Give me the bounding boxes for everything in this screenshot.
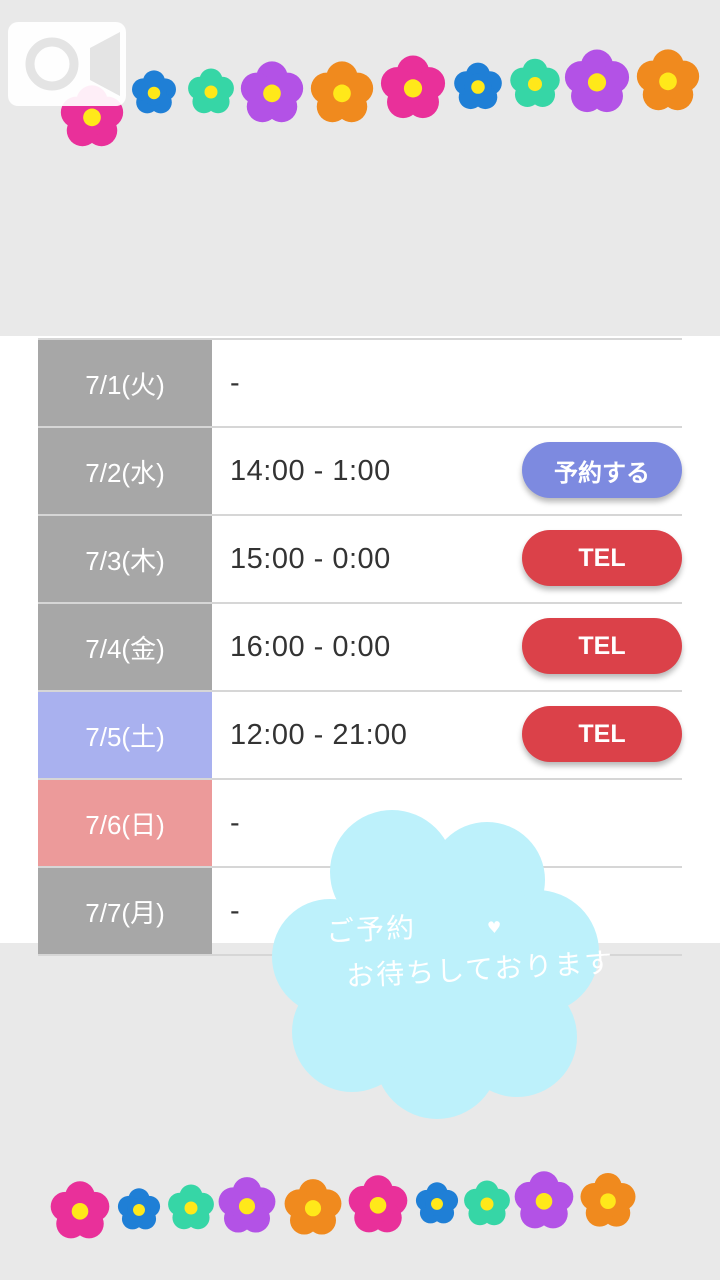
flower-icon [216,1174,278,1241]
flower-icon [512,1168,576,1237]
reserve-button[interactable]: 予約する [522,442,682,498]
flower-decoration-bottom [0,1158,720,1268]
time-cell: - [230,366,241,399]
flower-icon [578,1170,638,1235]
flower-icon [562,46,632,121]
flower-icon [462,1178,512,1233]
flower-icon [166,1182,216,1237]
tel-button[interactable]: TEL [522,706,682,762]
tel-button[interactable]: TEL [522,618,682,674]
schedule-row: 7/5(土) 12:00 - 21:00 TEL [38,692,682,780]
flower-icon [282,1176,344,1243]
video-camera-icon[interactable] [8,22,126,106]
flower-icon [48,1178,112,1247]
flower-icon [130,68,178,121]
date-cell-sunday: 7/6(日) [38,780,212,866]
flower-icon [414,1180,460,1231]
flower-icon [116,1186,162,1237]
schedule-row: 7/4(金) 16:00 - 0:00 TEL [38,604,682,692]
sticker-line1: ご予約 [325,910,417,949]
tel-button[interactable]: TEL [522,530,682,586]
flower-icon [452,60,504,117]
flower-icon [634,46,702,119]
schedule-row: 7/3(木) 15:00 - 0:00 TEL [38,516,682,604]
date-cell: 7/7(月) [38,868,212,954]
flower-icon [238,58,306,131]
date-cell-saturday: 7/5(土) [38,692,212,778]
flower-icon [186,66,236,121]
date-cell: 7/1(火) [38,340,212,426]
flower-icon [308,58,376,131]
schedule-row: 7/2(水) 14:00 - 1:00 予約する [38,428,682,516]
schedule-row: 7/1(火) - [38,338,682,428]
date-cell: 7/4(金) [38,604,212,690]
date-cell: 7/2(水) [38,428,212,514]
heart-icon: ♥ [486,917,504,938]
flower-icon [508,56,562,115]
date-cell: 7/3(木) [38,516,212,602]
flower-icon [346,1172,410,1241]
flower-icon [378,52,448,127]
